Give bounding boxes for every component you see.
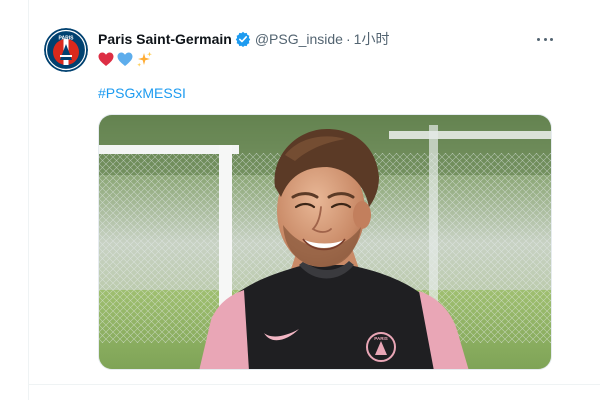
blue-heart-icon [117, 52, 133, 66]
player-photo: PARIS [99, 115, 551, 369]
red-heart-icon [98, 52, 114, 66]
tweet-divider [28, 384, 600, 385]
psg-crest-icon: PARIS [44, 28, 88, 72]
more-dots-icon [537, 37, 540, 41]
tweet-media-image[interactable]: PARIS [98, 114, 552, 370]
author-handle[interactable]: @PSG_inside [255, 30, 343, 48]
shirt-crest-text: PARIS [374, 336, 387, 341]
verified-badge-icon [235, 31, 251, 47]
thread-divider [28, 0, 29, 400]
tweet-card[interactable]: PARIS Paris Saint-Germain @PSG_inside · … [0, 0, 600, 400]
tweet-header: Paris Saint-Germain @PSG_inside · 1小时 [98, 29, 389, 49]
hashtag-link[interactable]: #PSGxMESSI [98, 84, 186, 102]
tweet-emoji-text [98, 50, 153, 68]
more-options-button[interactable] [534, 30, 556, 48]
separator-dot: · [345, 31, 351, 47]
timestamp[interactable]: 1小时 [354, 30, 390, 48]
display-name[interactable]: Paris Saint-Germain [98, 30, 232, 48]
avatar-text: PARIS [59, 36, 75, 42]
avatar[interactable]: PARIS [44, 28, 88, 72]
sparkles-icon [137, 51, 152, 67]
